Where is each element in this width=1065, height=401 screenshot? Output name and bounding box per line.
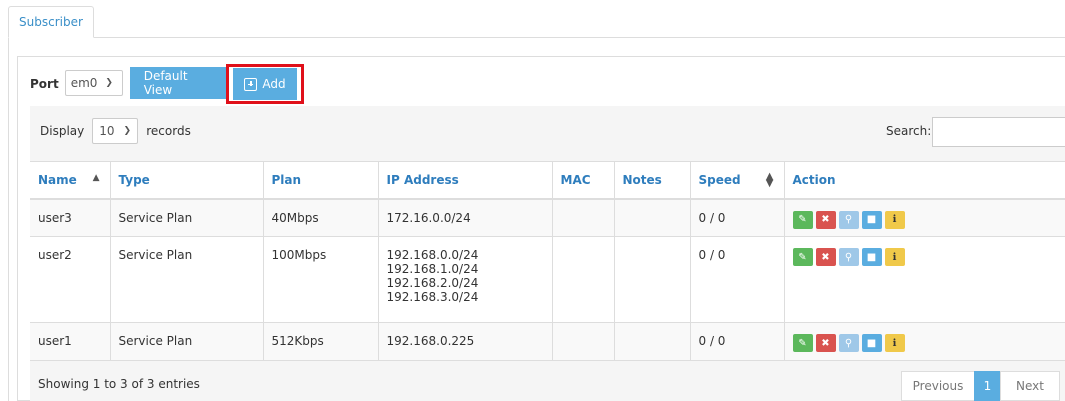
- cell-type: Service Plan: [110, 236, 264, 323]
- edit-icon[interactable]: ✎: [792, 334, 813, 352]
- ip-address-entry: 192.168.2.0/24: [386, 276, 479, 290]
- cell-actions: ✎ ✖ ⚲ ■ ℹ: [784, 198, 1065, 237]
- ip-address-entry: 192.168.0.0/24: [386, 248, 479, 262]
- cell-mac: [552, 198, 615, 237]
- sort-asc-icon: ▲: [92, 173, 100, 183]
- table-info: Showing 1 to 3 of 3 entries: [38, 377, 200, 391]
- port-select[interactable]: em0 ❯: [64, 70, 123, 96]
- ip-address-entry: 192.168.1.0/24: [386, 262, 479, 276]
- content-left-border: [8, 38, 9, 401]
- column-header-speed[interactable]: Speed ▲ ▼: [690, 161, 785, 200]
- cell-name: user1: [30, 322, 111, 361]
- ip-address-entry: 192.168.0.225: [386, 334, 475, 348]
- table-row: user2 Service Plan 100Mbps 192.168.0.0/24 19…: [30, 236, 1065, 323]
- tab-subscriber[interactable]: Subscriber: [8, 6, 94, 38]
- display-length-select[interactable]: 10 ❯: [92, 118, 139, 144]
- previous-page-button[interactable]: Previous: [901, 371, 975, 401]
- port-label: Port: [30, 76, 59, 91]
- key-icon[interactable]: ⚲: [838, 334, 859, 352]
- next-page-button[interactable]: Next: [1000, 371, 1060, 401]
- sort-both-icon: ▲ ▼: [765, 171, 774, 189]
- plus-square-icon: [244, 77, 258, 91]
- cell-mac: [552, 322, 615, 361]
- cell-ip-address: 192.168.0.225: [378, 322, 553, 361]
- search-label: Search:: [886, 124, 932, 138]
- cell-notes: [614, 322, 691, 361]
- edit-icon[interactable]: ✎: [792, 248, 813, 266]
- display-length-value: 10: [99, 124, 115, 138]
- chevron-down-icon: ❯: [123, 126, 132, 136]
- pagination: Previous 1 Next: [901, 371, 1060, 401]
- cell-name: user2: [30, 236, 111, 323]
- cell-plan: 512Kbps: [263, 322, 379, 361]
- subscriber-table: Name ▲ Type Plan IP Address MAC Notes Spe…: [30, 161, 1065, 361]
- info-icon[interactable]: ℹ: [884, 248, 905, 266]
- column-header-ip-address[interactable]: IP Address: [378, 161, 553, 200]
- delete-icon[interactable]: ✖: [815, 210, 836, 229]
- column-header-mac[interactable]: MAC: [552, 161, 615, 200]
- lock-icon[interactable]: ■: [861, 248, 882, 266]
- add-button-label: Add: [262, 77, 286, 91]
- tab-bar: Subscriber: [0, 0, 1065, 38]
- cell-actions: ✎ ✖ ⚲ ■ ℹ: [784, 322, 1065, 361]
- cell-ip-address: 172.16.0.0/24: [378, 198, 553, 237]
- records-label: records: [146, 124, 191, 138]
- table-row: user3 Service Plan 40Mbps 172.16.0.0/24 0 / …: [30, 198, 1065, 237]
- column-header-type[interactable]: Type: [110, 161, 264, 200]
- add-button[interactable]: Add: [233, 68, 297, 100]
- ip-address-entry: 192.168.3.0/24: [386, 290, 479, 304]
- column-header-name[interactable]: Name ▲: [30, 161, 111, 200]
- column-header-action: Action: [784, 161, 1065, 200]
- delete-icon[interactable]: ✖: [815, 248, 836, 266]
- cell-notes: [614, 198, 691, 237]
- port-select-value: em0: [70, 76, 98, 90]
- cell-type: Service Plan: [110, 322, 264, 361]
- cell-actions: ✎ ✖ ⚲ ■ ℹ: [784, 236, 1065, 323]
- delete-icon[interactable]: ✖: [815, 334, 836, 352]
- column-header-notes[interactable]: Notes: [614, 161, 691, 200]
- display-length-control: Display 10 ❯ records: [40, 118, 191, 144]
- cell-name: user3: [30, 198, 111, 237]
- display-label: Display: [40, 124, 85, 138]
- lock-icon[interactable]: ■: [861, 210, 882, 229]
- page-1-button[interactable]: 1: [974, 371, 1001, 401]
- cell-speed: 0 / 0: [690, 322, 785, 361]
- cell-mac: [552, 236, 615, 323]
- info-icon[interactable]: ℹ: [884, 210, 905, 229]
- cell-speed: 0 / 0: [690, 236, 785, 323]
- edit-icon[interactable]: ✎: [792, 210, 813, 229]
- ip-address-entry: 172.16.0.0/24: [386, 210, 471, 225]
- default-view-button[interactable]: Default View: [129, 67, 229, 99]
- cell-plan: 100Mbps: [263, 236, 379, 323]
- column-header-plan[interactable]: Plan: [263, 161, 379, 200]
- key-icon[interactable]: ⚲: [838, 248, 859, 266]
- cell-speed: 0 / 0: [690, 198, 785, 237]
- cell-notes: [614, 236, 691, 323]
- key-icon[interactable]: ⚲: [838, 210, 859, 229]
- toolbar: Port em0 ❯ Default View: [30, 67, 229, 99]
- search-input[interactable]: [932, 117, 1065, 147]
- info-icon[interactable]: ℹ: [884, 334, 905, 352]
- cell-plan: 40Mbps: [263, 198, 379, 237]
- tab-bar-divider: [8, 37, 1065, 38]
- cell-ip-address: 192.168.0.0/24 192.168.1.0/24 192.168.2.0/…: [378, 236, 553, 323]
- table-row: user1 Service Plan 512Kbps 192.168.0.225 0 /…: [30, 322, 1065, 361]
- cell-type: Service Plan: [110, 198, 264, 237]
- lock-icon[interactable]: ■: [861, 334, 882, 352]
- chevron-down-icon: ❯: [105, 78, 113, 88]
